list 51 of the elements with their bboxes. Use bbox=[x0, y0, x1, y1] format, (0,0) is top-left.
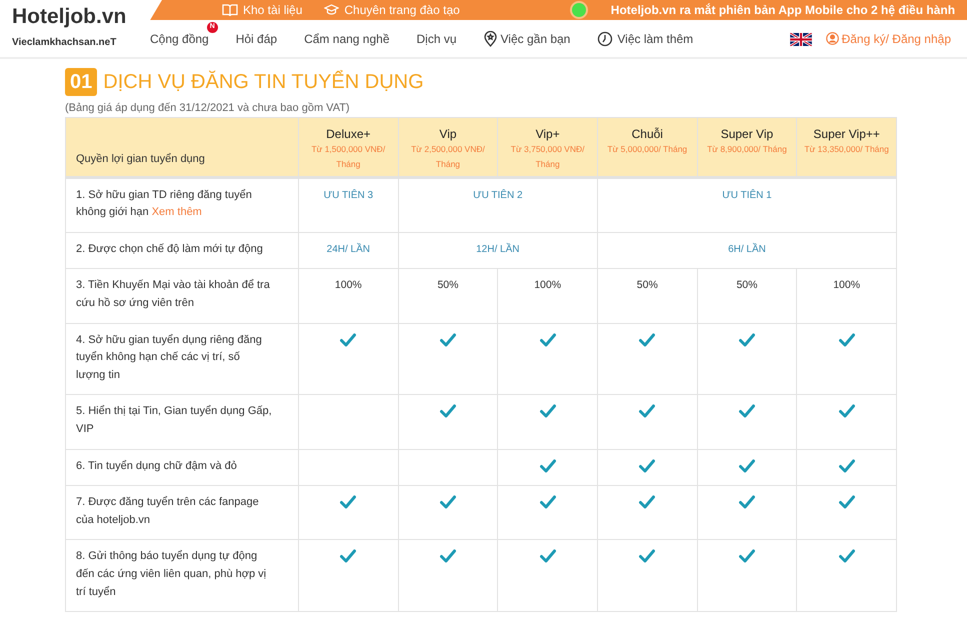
plan-name: Deluxe+ bbox=[325, 126, 372, 141]
benefit-label: 5. Hiển thị tại Tin, Gian tuyển dụng Gấp, VIP bbox=[76, 405, 272, 435]
logo-wordmark[interactable]: Hoteljob.vn bbox=[12, 6, 150, 27]
plan-name: Vip bbox=[438, 126, 458, 141]
benefit-label: 8. Gửi thông báo tuyển dụng tự động đến các ứng viên liên quan, phù hợp vị trí tuyển bbox=[76, 550, 266, 598]
location-pin-icon bbox=[484, 30, 497, 47]
section-title: DỊCH VỤ ĐĂNG TIN TUYỂN DỤNG bbox=[103, 69, 424, 95]
nav-link[interactable]: Hỏi đáp bbox=[236, 30, 278, 48]
priority-text: 12H/ LẦN bbox=[476, 244, 520, 255]
priority-text: 6H/ LẦN bbox=[728, 244, 766, 255]
user-icon bbox=[826, 32, 839, 46]
plan-price: Từ 3,750,000 VNĐ/ Tháng bbox=[510, 142, 586, 171]
percent-text: 100% bbox=[833, 279, 860, 292]
nav-link[interactable]: Cộng đồng bbox=[150, 30, 209, 48]
priority-text: ƯU TIÊN 3 bbox=[324, 190, 374, 201]
benefit-label: 7. Được đăng tuyển trên các fanpage của hoteljob.vn bbox=[76, 496, 259, 526]
table-header: Quyền lợi gian tuyển dụng bbox=[76, 153, 205, 166]
clock-icon bbox=[597, 30, 614, 47]
benefit-label: 4. Sở hữu gian tuyển dụng riêng đăng tuyển không hạn chế các vị trí, số lượng tin bbox=[76, 334, 262, 381]
nav-link[interactable]: Việc gần bạn bbox=[484, 30, 570, 48]
plan-price: Từ 2,500,000 VNĐ/ Tháng bbox=[410, 142, 486, 171]
priority-text: ƯU TIÊN 2 bbox=[473, 190, 523, 201]
nav-link[interactable]: Việc làm thêm bbox=[597, 30, 694, 48]
percent-text: 100% bbox=[334, 279, 362, 292]
flag-icon[interactable] bbox=[790, 32, 812, 46]
percent-text: 50% bbox=[437, 279, 458, 292]
plan-name: Chuỗi bbox=[630, 126, 664, 141]
logo-tagline: Vieclamkhachsan.neT bbox=[12, 36, 118, 50]
benefit-label: 6. Tin tuyển dụng chữ đậm và đỏ bbox=[76, 460, 237, 472]
benefit-label: 1. Sở hữu gian TD riêng đăng tuyển không giới hạn Xem thêm bbox=[76, 188, 252, 218]
plan-price: Từ 8,900,000/ Tháng bbox=[706, 142, 788, 156]
percent-text: 50% bbox=[636, 279, 658, 292]
plan-name: Vip+ bbox=[534, 126, 561, 141]
book-icon bbox=[222, 4, 238, 17]
plan-price: Từ 13,350,000/ Tháng bbox=[803, 142, 890, 156]
plan-price: Từ 5,000,000/ Tháng bbox=[606, 142, 688, 156]
priority-text: 24H/ LẦN bbox=[326, 244, 370, 255]
plan-name: Super Vip++ bbox=[812, 126, 881, 141]
plan-name: Super Vip bbox=[720, 126, 774, 141]
nav-link[interactable]: Dịch vụ bbox=[416, 30, 457, 48]
plan-price: Từ 1,500,000 VNĐ/ Tháng bbox=[310, 142, 386, 171]
price-note: (Bảng giá áp dụng đến 31/12/2021 và chưa bao gồm VAT) bbox=[65, 101, 351, 116]
benefit-label: 2. Được chọn chế độ làm mới tự động bbox=[76, 242, 263, 255]
section-number: 01 bbox=[65, 68, 98, 96]
percent-text: 100% bbox=[534, 279, 562, 292]
percent-text: 50% bbox=[736, 279, 758, 292]
status-dot-icon bbox=[572, 3, 586, 18]
nav-link[interactable]: Cẩm nang nghề bbox=[304, 30, 390, 48]
priority-text: ƯU TIÊN 1 bbox=[722, 190, 772, 201]
benefit-label: 3. Tiền Khuyến Mại vào tài khoản để tra cứu hồ sơ ứng viên trên bbox=[76, 279, 270, 310]
graduation-cap-icon bbox=[324, 4, 340, 16]
